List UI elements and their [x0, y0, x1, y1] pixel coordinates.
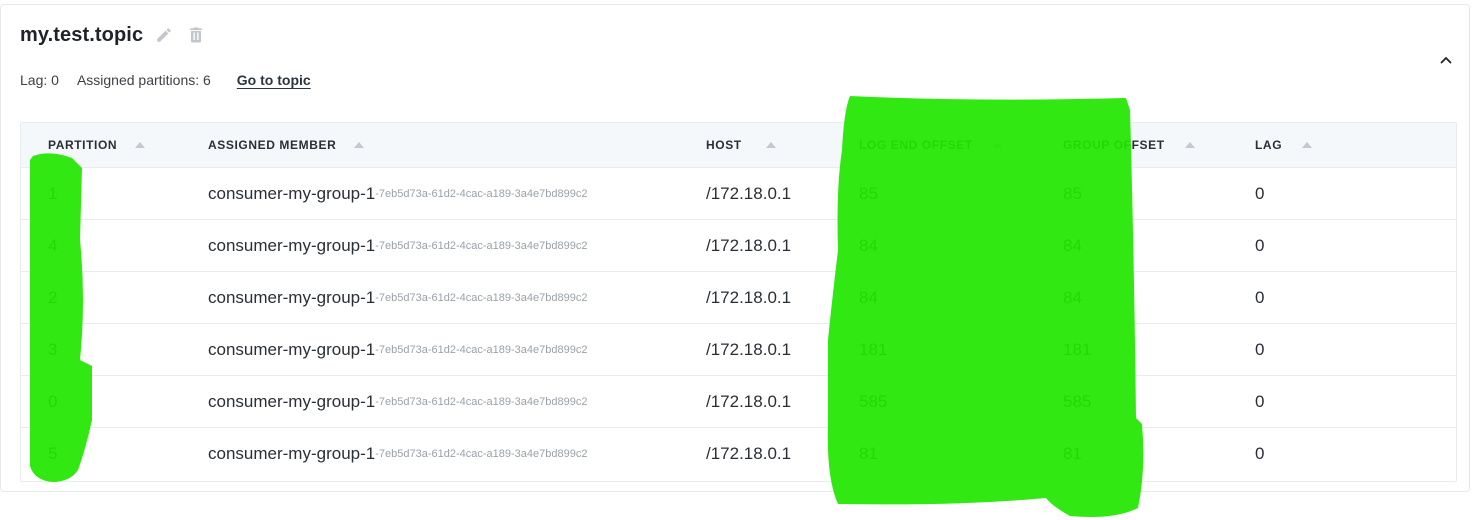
partition-cell: 3 — [48, 340, 58, 359]
assigned-member-cell: consumer-my-group-1 -7eb5d73a-61d2-4cac-a… — [208, 376, 587, 428]
lag-summary: Lag: 0 — [20, 72, 59, 88]
partition-cell: 1 — [48, 184, 58, 203]
sort-icon — [1302, 142, 1313, 148]
sort-icon — [354, 142, 365, 148]
lag-cell: 0 — [1255, 392, 1265, 411]
table-row: 5 consumer-my-group-1 -7eb5d73a-61d2-4cac… — [21, 427, 1456, 479]
host-cell: /172.18.0.1 — [706, 288, 792, 307]
log-end-offset-cell: 81 — [859, 444, 878, 463]
partition-cell: 4 — [48, 236, 58, 255]
assigned-member-cell: consumer-my-group-1 -7eb5d73a-61d2-4cac-a… — [208, 168, 587, 220]
column-header-partition[interactable]: PARTITION — [48, 123, 146, 167]
member-id: -7eb5d73a-61d2-4cac-a189-3a4e7bd899c2 — [375, 240, 588, 252]
group-offset-cell: 84 — [1063, 288, 1082, 307]
host-cell: /172.18.0.1 — [706, 184, 792, 203]
topic-title: my.test.topic — [20, 23, 144, 46]
chevron-up-icon[interactable] — [1436, 50, 1456, 70]
member-id: -7eb5d73a-61d2-4cac-a189-3a4e7bd899c2 — [375, 188, 588, 200]
member-id: -7eb5d73a-61d2-4cac-a189-3a4e7bd899c2 — [375, 396, 588, 408]
table-row: 1 consumer-my-group-1 -7eb5d73a-61d2-4cac… — [21, 167, 1456, 219]
partition-cell: 2 — [48, 288, 58, 307]
member-id: -7eb5d73a-61d2-4cac-a189-3a4e7bd899c2 — [375, 292, 588, 304]
host-cell: /172.18.0.1 — [706, 392, 792, 411]
group-offset-cell: 585 — [1063, 392, 1092, 411]
column-header-log-end-offset[interactable]: LOG END OFFSET — [859, 123, 1003, 167]
table-row: 2 consumer-my-group-1 -7eb5d73a-61d2-4cac… — [21, 271, 1456, 323]
sort-icon — [1184, 142, 1195, 148]
log-end-offset-cell: 181 — [859, 340, 888, 359]
member-name: consumer-my-group-1 — [208, 340, 376, 359]
table-header: PARTITION ASSIGNED MEMBER HOST LOG END O… — [21, 123, 1456, 167]
group-offset-cell: 81 — [1063, 444, 1082, 463]
sort-icon — [135, 142, 146, 148]
lag-cell: 0 — [1255, 236, 1265, 255]
member-name: consumer-my-group-1 — [208, 444, 376, 463]
column-header-assigned-member[interactable]: ASSIGNED MEMBER — [208, 123, 365, 167]
member-id: -7eb5d73a-61d2-4cac-a189-3a4e7bd899c2 — [375, 344, 588, 356]
member-name: consumer-my-group-1 — [208, 184, 376, 203]
sort-icon — [765, 142, 776, 148]
group-offset-cell: 84 — [1063, 236, 1082, 255]
host-cell: /172.18.0.1 — [706, 340, 792, 359]
lag-cell: 0 — [1255, 444, 1265, 463]
topic-meta: Lag: 0 Assigned partitions: 6 Go to topi… — [20, 70, 311, 90]
log-end-offset-cell: 84 — [859, 236, 878, 255]
assigned-member-cell: consumer-my-group-1 -7eb5d73a-61d2-4cac-a… — [208, 324, 587, 376]
log-end-offset-cell: 84 — [859, 288, 878, 307]
assigned-member-cell: consumer-my-group-1 -7eb5d73a-61d2-4cac-a… — [208, 428, 587, 480]
go-to-topic-link[interactable]: Go to topic — [237, 72, 311, 88]
member-name: consumer-my-group-1 — [208, 236, 376, 255]
assigned-member-cell: consumer-my-group-1 -7eb5d73a-61d2-4cac-a… — [208, 220, 587, 272]
table-row: 4 consumer-my-group-1 -7eb5d73a-61d2-4cac… — [21, 219, 1456, 271]
host-cell: /172.18.0.1 — [706, 444, 792, 463]
table-row: 3 consumer-my-group-1 -7eb5d73a-61d2-4cac… — [21, 323, 1456, 375]
group-offset-cell: 181 — [1063, 340, 1092, 359]
lag-cell: 0 — [1255, 340, 1265, 359]
lag-cell: 0 — [1255, 184, 1265, 203]
log-end-offset-cell: 85 — [859, 184, 878, 203]
assigned-partitions-summary: Assigned partitions: 6 — [76, 72, 211, 88]
pencil-icon[interactable] — [153, 24, 175, 46]
assigned-member-cell: consumer-my-group-1 -7eb5d73a-61d2-4cac-a… — [208, 272, 587, 324]
column-header-host[interactable]: HOST — [706, 123, 776, 167]
partition-cell: 0 — [48, 392, 58, 411]
partitions-table: PARTITION ASSIGNED MEMBER HOST LOG END O… — [20, 122, 1457, 482]
group-offset-cell: 85 — [1063, 184, 1082, 203]
member-name: consumer-my-group-1 — [208, 288, 376, 307]
partition-cell: 5 — [48, 444, 58, 463]
column-header-group-offset[interactable]: GROUP OFFSET — [1063, 123, 1195, 167]
table-row: 0 consumer-my-group-1 -7eb5d73a-61d2-4cac… — [21, 375, 1456, 427]
column-header-lag[interactable]: LAG — [1255, 123, 1313, 167]
lag-cell: 0 — [1255, 288, 1265, 307]
host-cell: /172.18.0.1 — [706, 236, 792, 255]
trash-icon[interactable] — [185, 24, 207, 46]
topic-header: my.test.topic — [20, 20, 207, 50]
sort-icon — [992, 142, 1003, 148]
log-end-offset-cell: 585 — [859, 392, 888, 411]
member-name: consumer-my-group-1 — [208, 392, 376, 411]
member-id: -7eb5d73a-61d2-4cac-a189-3a4e7bd899c2 — [375, 448, 588, 460]
